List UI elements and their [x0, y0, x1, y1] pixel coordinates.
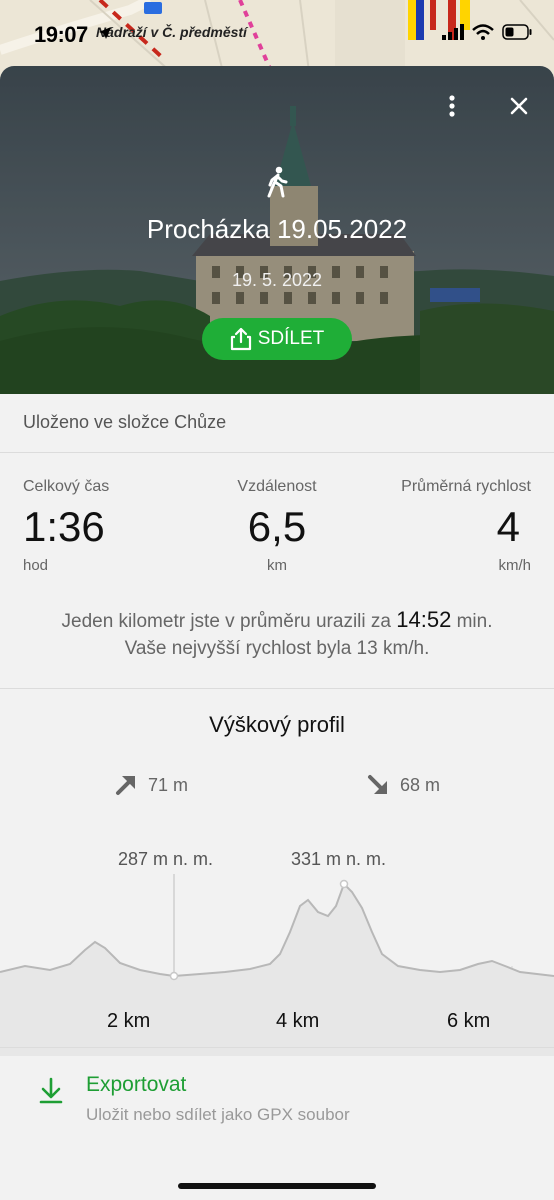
- location-arrow-icon: [98, 26, 112, 45]
- share-button[interactable]: SDÍLET: [202, 318, 352, 360]
- share-icon: [230, 327, 251, 351]
- battery-icon: [502, 24, 532, 40]
- map-place-label: Nádraží v Č. předměstí: [96, 24, 247, 40]
- stat-distance-value: 6,5: [247, 503, 307, 550]
- close-icon: [510, 97, 528, 115]
- activity-title: Procházka 19.05.2022: [146, 214, 408, 244]
- activity-date: 19. 5. 2022: [231, 270, 323, 290]
- folder-row[interactable]: Uloženo ve složce Chůze: [0, 394, 554, 453]
- export-title: Exportovat: [86, 1073, 187, 1096]
- close-button[interactable]: [501, 88, 537, 124]
- export-subtitle: Uložit nebo sdílet jako GPX soubor: [86, 1105, 350, 1124]
- more-vertical-icon: [449, 95, 455, 117]
- descent: 68 m: [366, 773, 440, 797]
- more-options-button[interactable]: [434, 88, 470, 124]
- walking-icon: [267, 166, 288, 198]
- folder-text: Uloženo ve složce Chůze: [23, 412, 227, 432]
- status-icons: [442, 24, 532, 40]
- arrow-up-right-icon: [116, 776, 135, 795]
- stat-speed-value: 4: [496, 503, 520, 550]
- download-icon: [39, 1077, 63, 1104]
- pace-summary: Jeden kilometr jste v průměru urazili za…: [0, 606, 554, 662]
- peak1-dot: [169, 971, 179, 981]
- km-label-4: 4 km: [276, 1010, 320, 1032]
- signal-icon: [442, 24, 464, 40]
- km-label-6: 6 km: [447, 1010, 491, 1032]
- status-time: 19:07: [34, 22, 88, 47]
- summary-max-speed: Vaše nejvyšší rychlost byla 13 km/h.: [124, 638, 430, 659]
- summary-pace: 14:52: [396, 607, 452, 632]
- peak1-label: 287 m n. m.: [118, 849, 214, 869]
- export-row[interactable]: Exportovat Uložit nebo sdílet jako GPX s…: [0, 1047, 554, 1147]
- ascent-value: 71 m: [148, 774, 189, 795]
- peak2-label: 331 m n. m.: [291, 849, 387, 869]
- summary-post: min.: [456, 611, 493, 632]
- stats-row: Celkový čas 1:36 hod Vzdálenost 6,5 km P…: [0, 453, 554, 574]
- summary-pre: Jeden kilometr jste v průměru urazili za: [61, 611, 391, 632]
- elevation-profile-title: Výškový profil: [209, 712, 345, 737]
- peak2-dot: [339, 879, 349, 889]
- share-label: SDÍLET: [257, 328, 325, 349]
- activity-detail-sheet: Procházka 19.05.2022 19. 5. 2022 SDÍLET …: [0, 66, 554, 1200]
- stat-speed-label: Průměrná rychlost: [401, 478, 531, 495]
- descent-value: 68 m: [400, 774, 441, 795]
- stat-speed-unit: km/h: [498, 557, 531, 574]
- divider: [0, 688, 554, 689]
- wifi-icon: [472, 24, 494, 40]
- home-indicator[interactable]: [178, 1183, 376, 1189]
- arrow-down-right-icon: [368, 775, 387, 794]
- ascent: 71 m: [114, 773, 188, 797]
- km-label-2: 2 km: [107, 1010, 151, 1032]
- hero-section: Procházka 19.05.2022 19. 5. 2022 SDÍLET: [0, 66, 554, 394]
- stat-distance-unit: km: [267, 557, 287, 574]
